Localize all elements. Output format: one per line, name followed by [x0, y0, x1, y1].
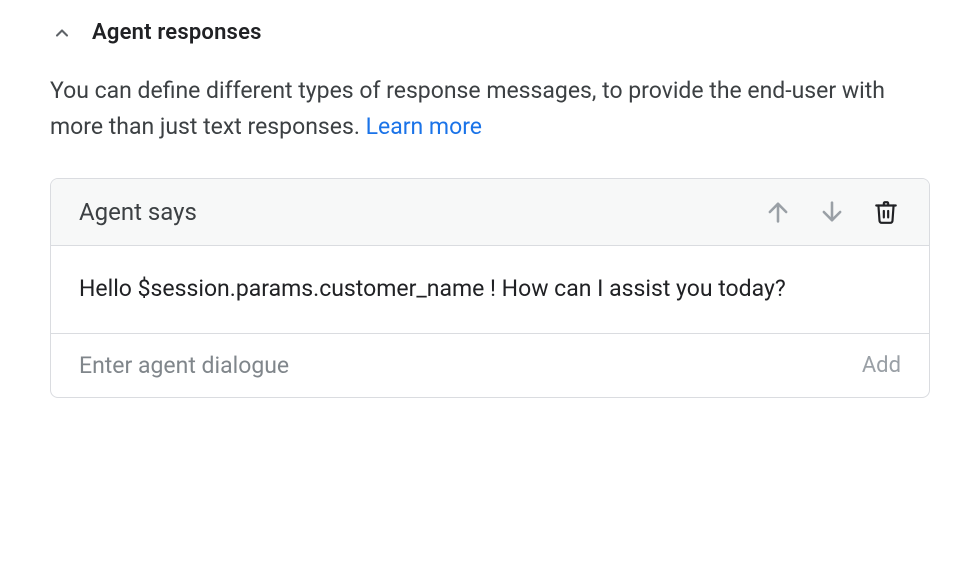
card-header-title: Agent says [79, 198, 197, 226]
move-down-button[interactable] [817, 197, 847, 227]
section-title: Agent responses [92, 20, 262, 45]
learn-more-link[interactable]: Learn more [366, 113, 482, 140]
arrow-down-icon [818, 198, 846, 226]
move-up-button[interactable] [763, 197, 793, 227]
collapse-toggle[interactable] [50, 21, 74, 45]
response-text[interactable]: Hello $session.params.customer_name ! Ho… [79, 272, 901, 307]
delete-button[interactable] [871, 197, 901, 227]
add-button[interactable]: Add [862, 353, 901, 378]
arrow-up-icon [764, 198, 792, 226]
trash-icon [873, 199, 899, 225]
chevron-up-icon [52, 23, 72, 43]
card-body: Hello $session.params.customer_name ! Ho… [51, 246, 929, 334]
section-header: Agent responses [50, 20, 930, 45]
card-header: Agent says [51, 179, 929, 246]
card-header-actions [763, 197, 901, 227]
agent-says-card: Agent says [50, 178, 930, 398]
dialogue-input[interactable]: Enter agent dialogue [79, 352, 289, 379]
section-description: You can define different types of respon… [50, 73, 930, 144]
card-footer: Enter agent dialogue Add [51, 334, 929, 397]
